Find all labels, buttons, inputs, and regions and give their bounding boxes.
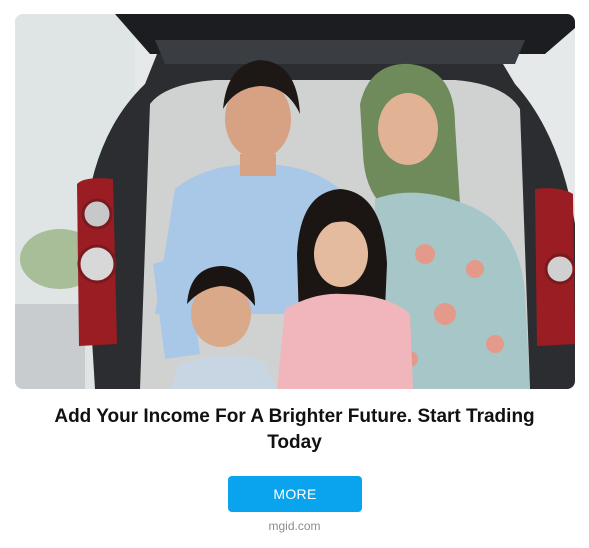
ad-card[interactable]: Add Your Income For A Brighter Future. S… [0, 0, 589, 548]
ad-headline[interactable]: Add Your Income For A Brighter Future. S… [30, 404, 559, 456]
more-button[interactable]: MORE [228, 476, 362, 512]
family-car-illustration [15, 14, 575, 389]
ad-source[interactable]: mgid.com [0, 519, 589, 533]
ad-image[interactable] [15, 14, 575, 389]
